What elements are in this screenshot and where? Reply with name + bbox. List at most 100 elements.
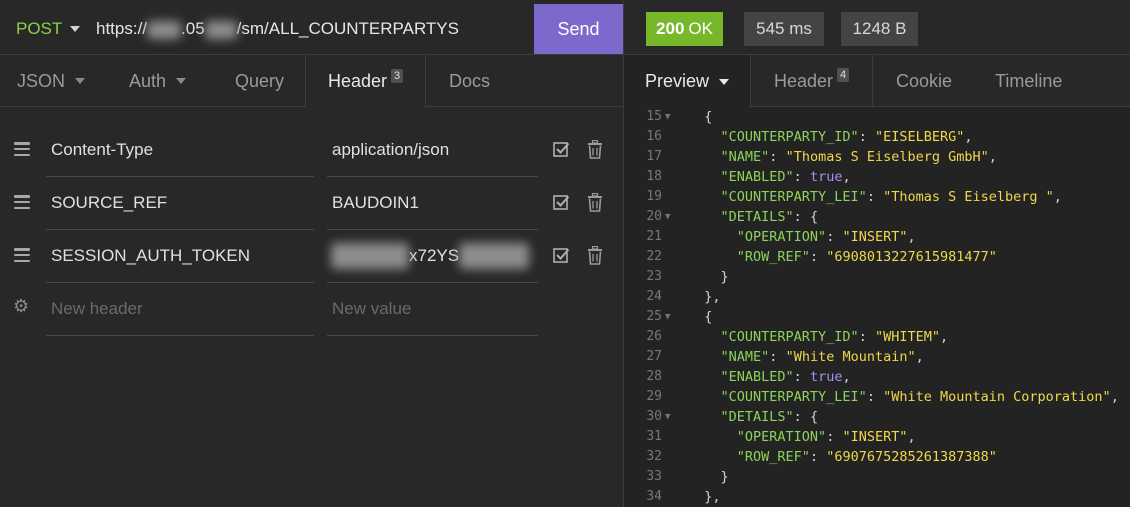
checkbox-icon[interactable] (553, 194, 570, 211)
code-line: 18 "ENABLED": true, (624, 167, 1130, 187)
tab-cookie[interactable]: Cookie (896, 55, 952, 107)
fold-toggle-icon[interactable]: ▼ (665, 407, 670, 427)
url-mid: .05 (181, 19, 205, 38)
drag-handle-icon[interactable] (14, 248, 30, 262)
line-number: 26 (646, 329, 662, 344)
new-header-input[interactable]: New header (46, 283, 314, 336)
line-number: 20 (646, 209, 662, 224)
code-line: 32 "ROW_REF": "6907675285261387388" (624, 447, 1130, 467)
tab-preview[interactable]: Preview (624, 55, 751, 108)
method-label: POST (16, 19, 63, 38)
header-row: SESSION_AUTH_TOKEN x72YS (0, 230, 623, 283)
line-number: 17 (646, 149, 662, 164)
drag-handle-icon[interactable] (14, 142, 30, 156)
code-line: 34 }, (624, 487, 1130, 507)
response-status-bar: 200 OK 545 ms 1248 B (624, 0, 1130, 55)
header-value-input[interactable]: x72YS (327, 230, 538, 283)
code-text: "NAME": "White Mountain", (720, 349, 924, 365)
code-text: { (704, 309, 713, 325)
line-number: 33 (646, 469, 662, 484)
new-value-input[interactable]: New value (327, 283, 538, 336)
code-text: } (720, 269, 729, 285)
line-number: 22 (646, 249, 662, 264)
code-text: "ROW_REF": "6907675285261387388" (736, 449, 997, 465)
code-text: "ROW_REF": "6908013227615981477" (736, 249, 997, 265)
drag-handle-icon[interactable] (14, 195, 30, 209)
code-text: "COUNTERPARTY_ID": "EISELBERG", (720, 129, 973, 145)
checkbox-icon[interactable] (553, 247, 570, 264)
header-row: SOURCE_REF BAUDOIN1 (0, 177, 623, 230)
header-name-input[interactable]: SOURCE_REF (46, 177, 314, 230)
code-line: 30 ▼ "DETAILS": { (624, 407, 1130, 427)
tab-label: Preview (645, 71, 710, 91)
line-number: 28 (646, 369, 662, 384)
line-number: 19 (646, 189, 662, 204)
tab-response-header[interactable]: Header 4 (751, 55, 873, 107)
header-name-input[interactable]: SESSION_AUTH_TOKEN (46, 230, 314, 283)
code-line: 19 "COUNTERPARTY_LEI": "Thomas S Eiselbe… (624, 187, 1130, 207)
url-prefix: https:// (96, 19, 148, 38)
header-value-text: x72YS (409, 246, 460, 265)
tab-header[interactable]: Header 3 (305, 55, 426, 108)
tab-auth[interactable]: Auth (129, 55, 187, 107)
code-line: 25 ▼ { (624, 307, 1130, 327)
status-text: OK (688, 19, 713, 38)
line-number: 31 (646, 429, 662, 444)
tab-timeline[interactable]: Timeline (995, 55, 1062, 107)
status-badge: 200 OK (646, 12, 723, 46)
fold-toggle-icon[interactable]: ▼ (665, 207, 670, 227)
code-line: 17 "NAME": "Thomas S Eiselberg GmbH", (624, 147, 1130, 167)
checkbox-icon[interactable] (553, 141, 570, 158)
chevron-down-icon (719, 78, 730, 85)
code-text: "COUNTERPARTY_LEI": "White Mountain Corp… (720, 389, 1119, 405)
response-time-badge: 545 ms (744, 12, 824, 46)
tab-label: Header (774, 70, 834, 91)
code-text: { (704, 109, 713, 125)
tab-docs[interactable]: Docs (449, 55, 490, 107)
trash-icon[interactable] (587, 246, 603, 265)
gear-icon[interactable]: ⚙ (13, 296, 29, 317)
redacted-blur (331, 243, 409, 269)
header-value-input[interactable]: application/json (327, 124, 538, 177)
fold-toggle-icon[interactable]: ▼ (665, 307, 670, 327)
tab-label: JSON (17, 70, 66, 91)
line-number: 18 (646, 169, 662, 184)
line-number: 29 (646, 389, 662, 404)
response-pane: 200 OK 545 ms 1248 B Preview Header 4 Coo… (623, 0, 1130, 507)
url-suffix: /sm/ALL_COUNTERPARTYS (236, 19, 459, 38)
redacted-blur (147, 20, 182, 39)
code-line: 28 "ENABLED": true, (624, 367, 1130, 387)
chevron-down-icon (75, 78, 86, 84)
code-text: "COUNTERPARTY_ID": "WHITEM", (720, 329, 949, 345)
tab-label: Header (328, 71, 388, 91)
send-button[interactable]: Send (534, 4, 623, 54)
redacted-blur (204, 20, 237, 39)
code-line: 26 "COUNTERPARTY_ID": "WHITEM", (624, 327, 1130, 347)
code-text: } (720, 469, 729, 485)
trash-icon[interactable] (587, 140, 603, 159)
code-text: }, (704, 489, 721, 505)
request-tabs: JSON Auth Query Header 3 Docs (0, 55, 623, 108)
header-name-input[interactable]: Content-Type (46, 124, 314, 177)
header-row: Content-Type application/json (0, 124, 623, 177)
header-value-input[interactable]: BAUDOIN1 (327, 177, 538, 230)
chevron-down-icon (70, 26, 81, 32)
code-line: 15 ▼ { (624, 107, 1130, 127)
url-input[interactable]: https:// .05/sm/ALL_COUNTERPARTYS (96, 19, 459, 39)
line-number: 24 (646, 289, 662, 304)
fold-toggle-icon[interactable]: ▼ (665, 107, 670, 127)
new-header-row: ⚙ New header New value (0, 283, 623, 336)
code-line: 22 "ROW_REF": "6908013227615981477" (624, 247, 1130, 267)
line-number: 15 (646, 109, 662, 124)
response-body-viewer[interactable]: 15 ▼ {16 "COUNTERPARTY_ID": "EISELBERG", 1… (624, 107, 1130, 507)
tab-label: Cookie (896, 70, 953, 91)
code-line: 33 } (624, 467, 1130, 487)
code-line: 31 "OPERATION": "INSERT", (624, 427, 1130, 447)
code-text: "DETAILS": { (720, 409, 819, 425)
tab-json[interactable]: JSON (17, 55, 86, 107)
request-pane: POST https:// .05/sm/ALL_COUNTERPARTYS Se… (0, 0, 623, 507)
tab-query[interactable]: Query (235, 55, 284, 107)
code-text: "DETAILS": { (720, 209, 819, 225)
trash-icon[interactable] (587, 193, 603, 212)
method-dropdown[interactable]: POST (16, 19, 81, 39)
